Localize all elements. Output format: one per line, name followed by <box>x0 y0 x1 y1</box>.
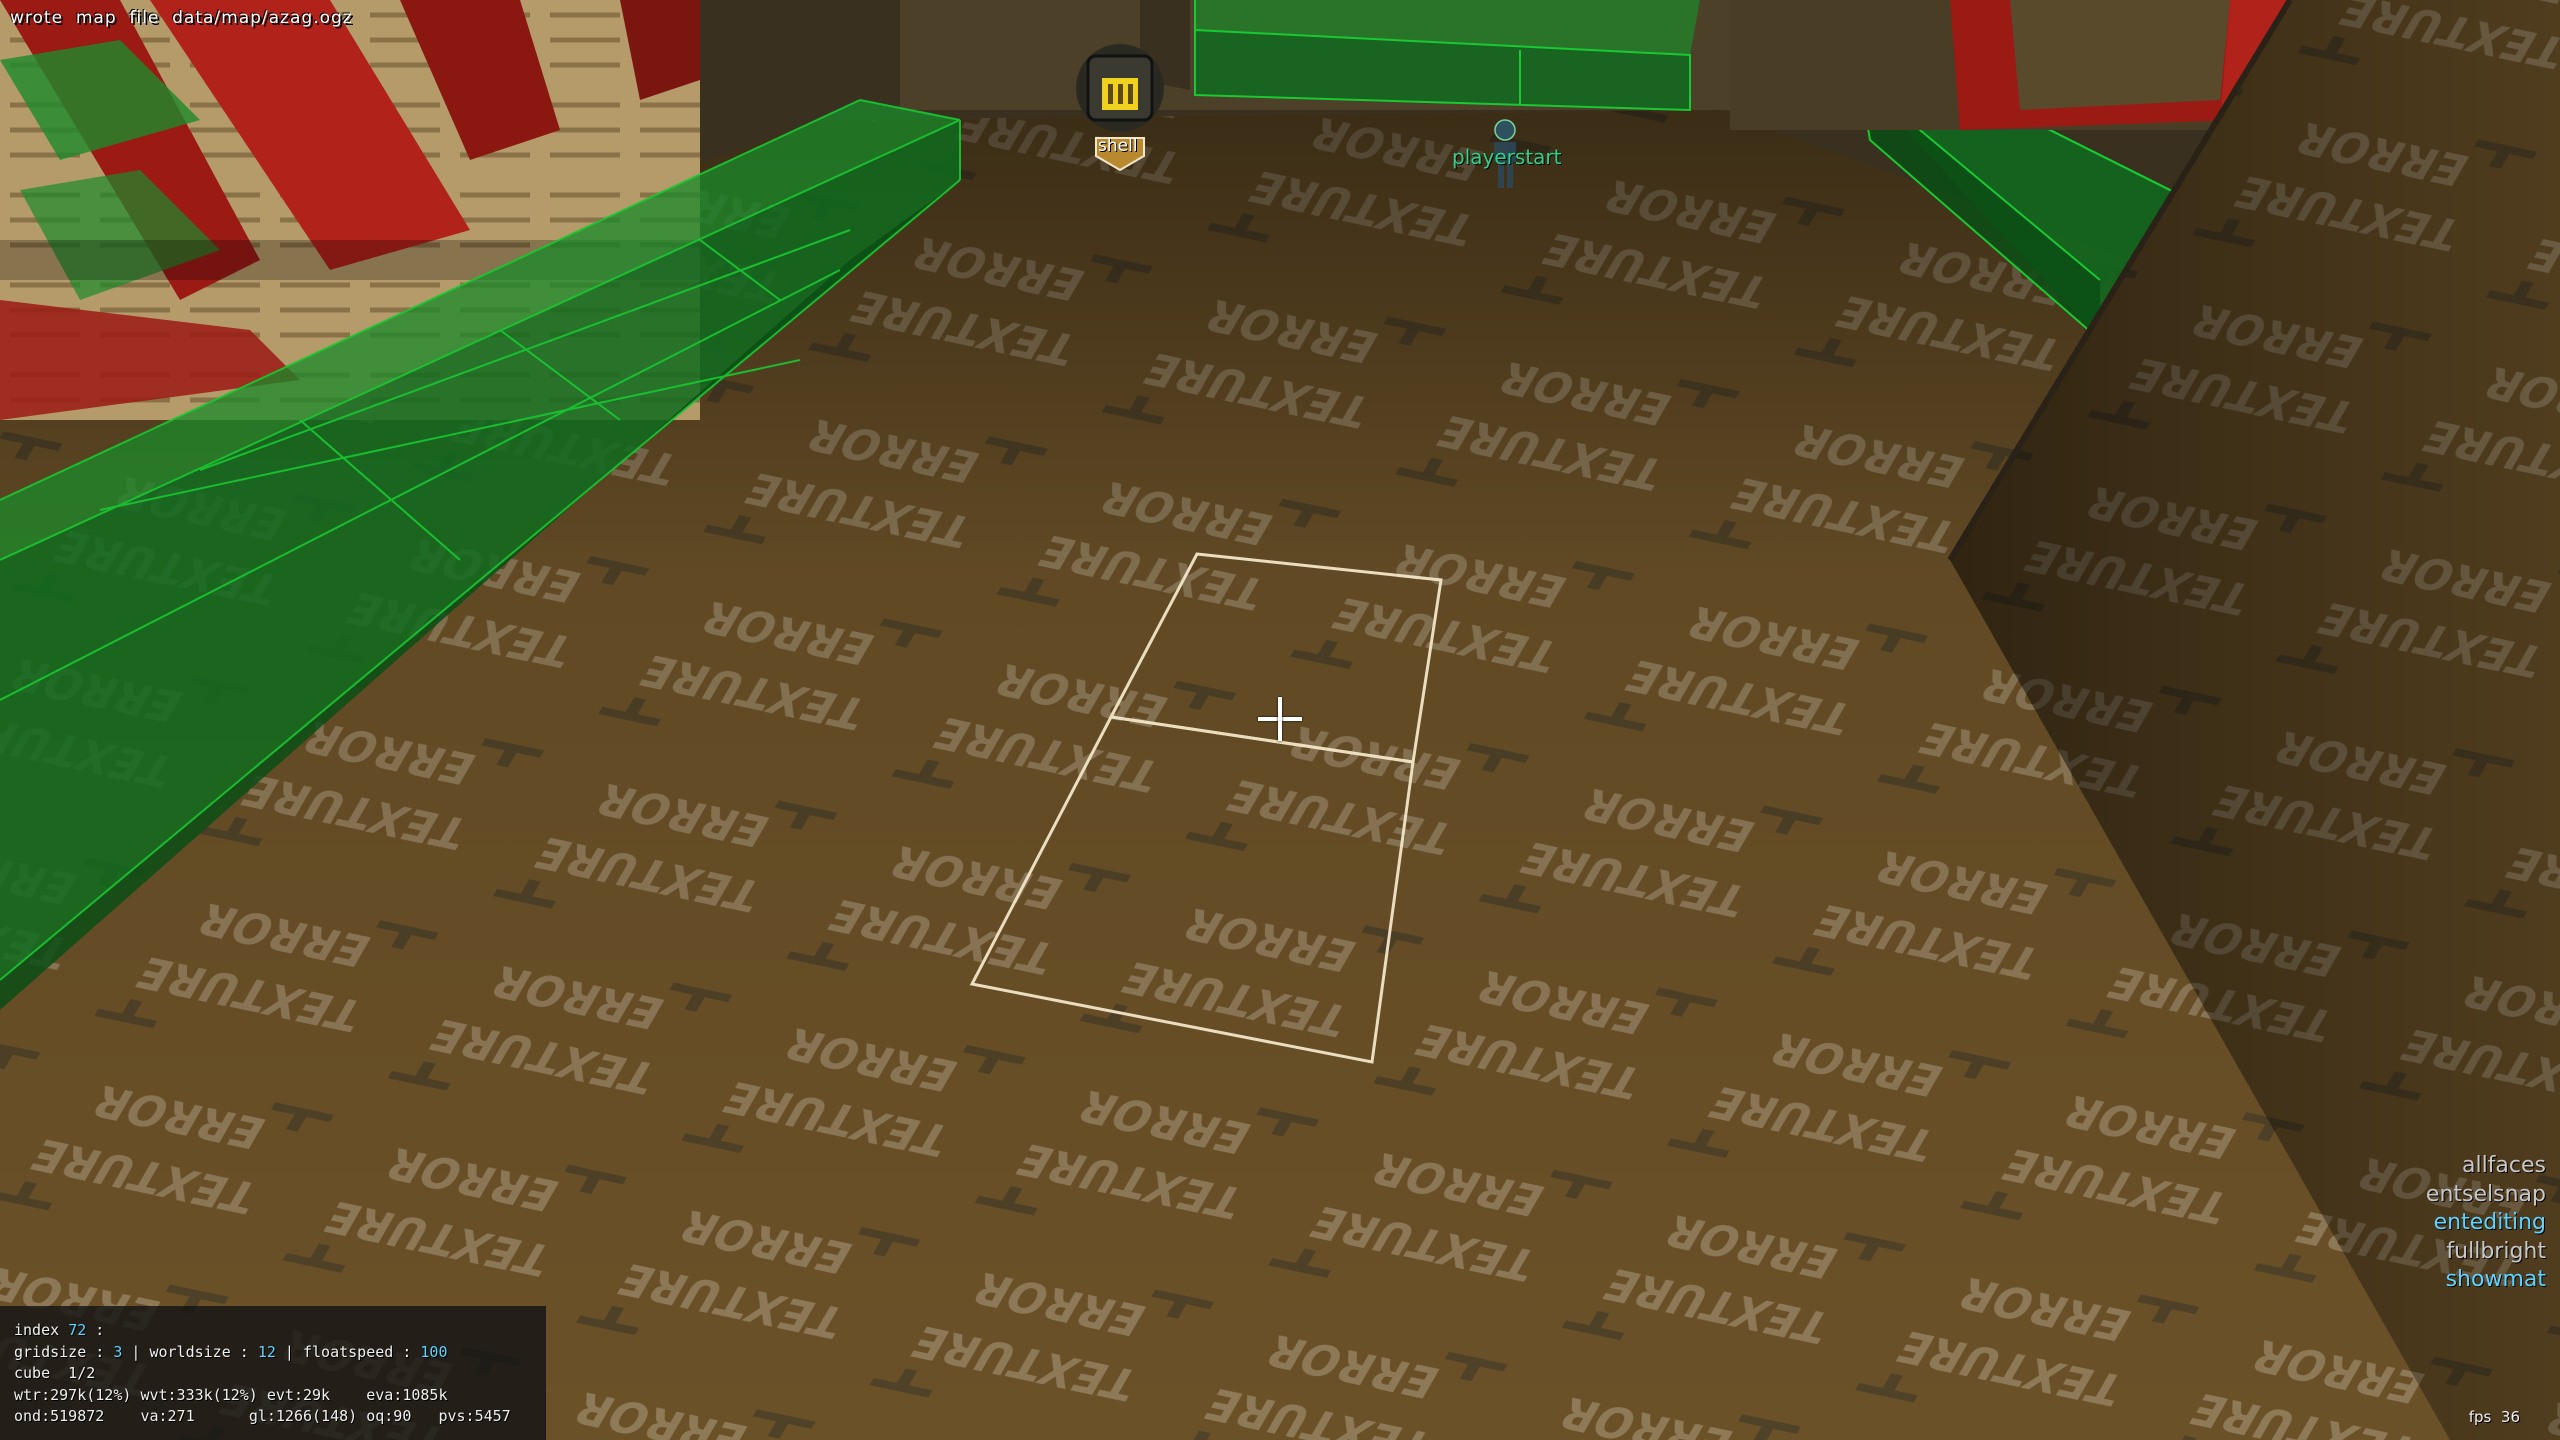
game-viewport[interactable]: ERROR TEXTURE <box>0 0 2560 1440</box>
gridsize-row: gridsize : 3 | worldsize : 12 | floatspe… <box>14 1342 448 1361</box>
perf-row-2: ond:519872 va:271 gl:1266(148) oq:90 pvs… <box>14 1406 511 1428</box>
wvt-stat: wvt:333k(12%) <box>140 1385 258 1404</box>
toggle-allfaces: allfaces <box>2461 1153 2546 1178</box>
fps-value: 36 <box>2500 1408 2520 1426</box>
evt-stat: evt:29k <box>266 1385 331 1404</box>
console-message: wrote map file data/map/azag.ogz <box>10 8 353 28</box>
pvs-stat: pvs:5457 <box>438 1407 511 1425</box>
eva-stat: eva:1085k <box>366 1385 448 1404</box>
gridsize-label: gridsize <box>14 1342 87 1361</box>
oq-stat: oq:90 <box>366 1407 412 1425</box>
toggle-showmat: showmat <box>2445 1267 2546 1292</box>
crosshair-icon <box>1258 697 1302 741</box>
playerstart-entity-label: playerstart <box>1452 145 1562 169</box>
fps-label: fps <box>2468 1408 2492 1426</box>
fps-counter: fps 36 <box>2469 1408 2520 1426</box>
perf-row-1: wtr:297k(12%) wvt:333k(12%) evt:29k eva:… <box>14 1385 511 1407</box>
gl-stat: gl:1266(148) <box>248 1407 358 1425</box>
ond-stat: ond:519872 <box>14 1407 105 1425</box>
back-green-material-volume <box>1140 0 1700 112</box>
toggle-fullbright: fullbright <box>2446 1238 2546 1264</box>
index-label: index <box>14 1321 60 1339</box>
wtr-stat: wtr:297k(12%) <box>14 1385 132 1404</box>
index-separator: : <box>86 1321 105 1339</box>
va-stat: va:271 <box>140 1407 195 1425</box>
floatspeed-label: floatspeed <box>303 1342 394 1361</box>
toggle-entselsnap: entselsnap <box>2425 1181 2546 1207</box>
index-value: 72 <box>68 1321 87 1339</box>
toggle-entediting: entediting <box>2433 1210 2546 1235</box>
worldsize-label: worldsize <box>149 1342 231 1361</box>
editor-toggle-list: allfaces entselsnap entediting fullbright sh… <box>2426 1152 2546 1295</box>
cube-row: cube 1/2 <box>14 1364 96 1382</box>
worldsize-value: 12 <box>257 1342 276 1361</box>
index-row: index 72 : <box>14 1320 511 1342</box>
floatspeed-value: 100 <box>420 1342 448 1361</box>
pickup-entity-label: shell <box>1098 136 1138 156</box>
gridsize-value: 3 <box>113 1342 123 1361</box>
edit-stats: index 72 : gridsize : 3 | worldsize : 12… <box>14 1320 511 1428</box>
